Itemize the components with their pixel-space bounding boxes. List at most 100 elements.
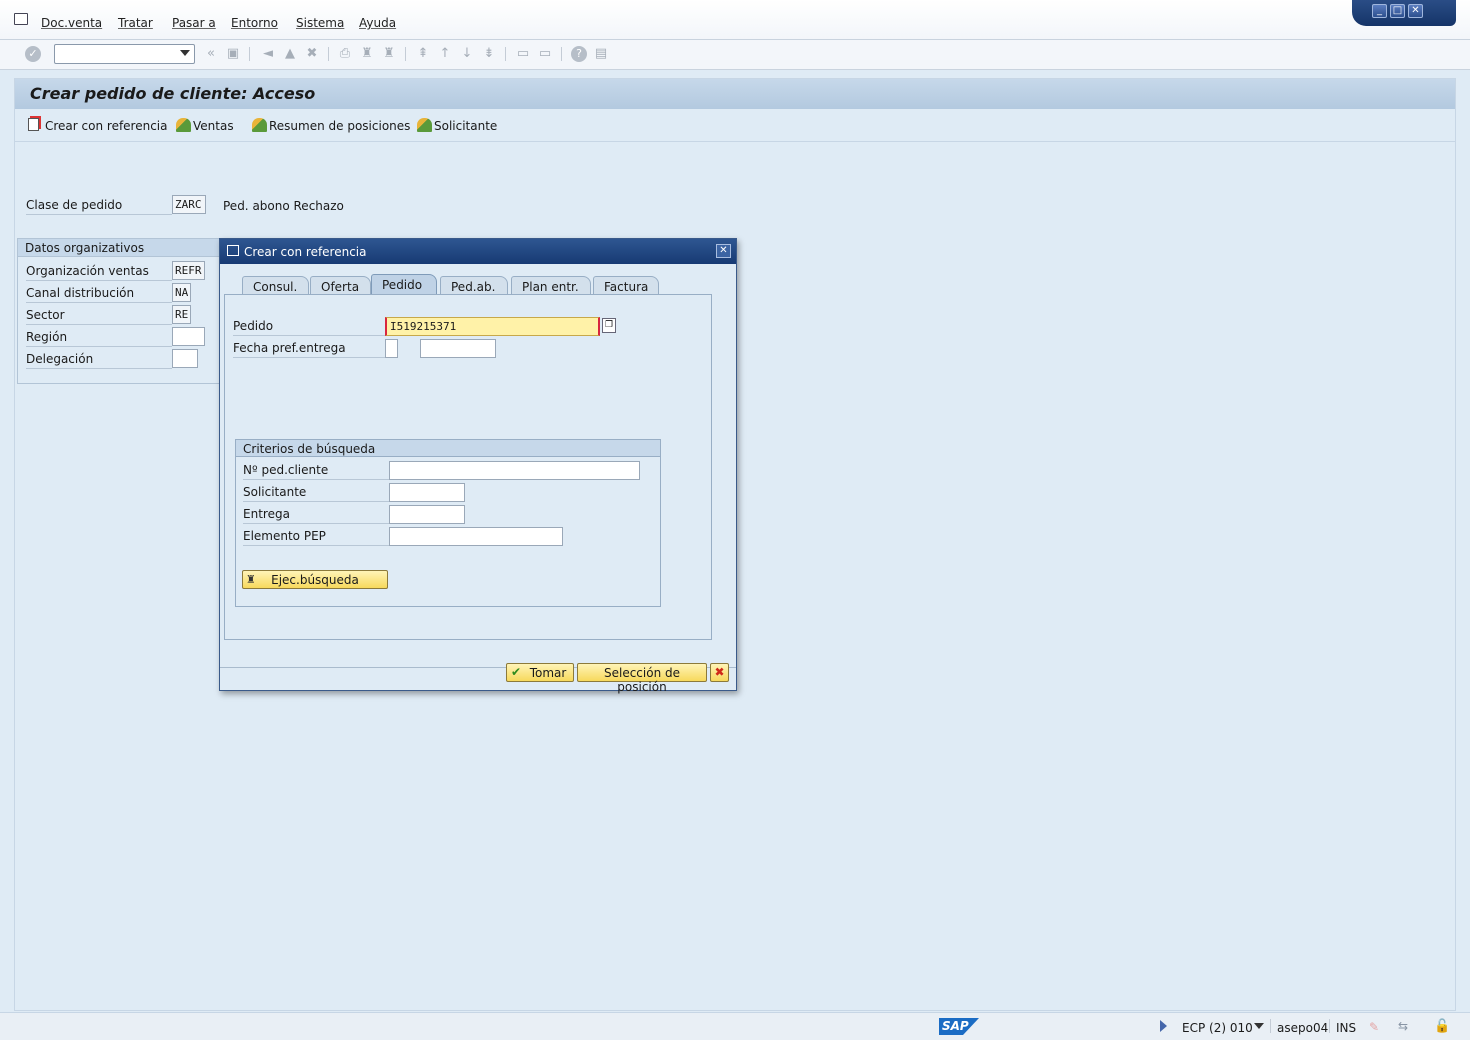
status-separator	[1270, 1019, 1271, 1033]
tab-consul[interactable]: Consul.	[242, 276, 309, 296]
sap-logo: SAP	[939, 1018, 979, 1035]
back-icon[interactable]: ◄	[260, 46, 276, 62]
tab-oferta[interactable]: Oferta	[310, 276, 371, 296]
take-label: Tomar	[529, 666, 567, 680]
layout-menu-icon[interactable]: ▤	[593, 46, 609, 62]
find-next-icon[interactable]: ♜	[381, 46, 397, 62]
dialog-title-bar: Crear con referencia ✕	[220, 239, 736, 264]
distribution-channel-field[interactable]: NA	[172, 283, 191, 302]
sold-to-input[interactable]	[389, 483, 465, 502]
enter-icon[interactable]: ✓	[25, 46, 41, 62]
sales-org-label: Organización ventas	[26, 261, 172, 281]
mountain-icon	[252, 118, 267, 132]
toolbar-separator	[328, 47, 329, 61]
division-label: Sector	[26, 305, 172, 325]
execute-search-label: Ejec.búsqueda	[271, 573, 359, 587]
wbs-element-label: Elemento PEP	[243, 526, 390, 546]
find-icon[interactable]: ♜	[359, 46, 375, 62]
menu-pasar-a[interactable]: Pasar a	[172, 16, 216, 30]
item-overview-button[interactable]: Resumen de posiciones	[269, 119, 410, 133]
command-field[interactable]	[54, 44, 195, 64]
delivery-label: Entrega	[243, 504, 390, 524]
pedido-label: Pedido	[233, 316, 385, 336]
next-page-icon[interactable]: ↓	[459, 46, 475, 62]
cancel-x-icon: ✖	[714, 665, 725, 679]
take-button[interactable]: ✔ Tomar	[506, 663, 574, 682]
ventas-button[interactable]: Ventas	[193, 119, 234, 133]
toolbar-separator	[505, 47, 506, 61]
new-session-icon[interactable]: ▭	[515, 46, 531, 62]
minimize-icon[interactable]: _	[1372, 4, 1387, 18]
help-icon[interactable]: ?	[571, 46, 587, 62]
close-window-icon[interactable]: ✕	[1408, 4, 1423, 18]
shortcut-icon[interactable]: ▭	[537, 46, 553, 62]
office-field[interactable]	[172, 349, 198, 368]
sold-to-label: Solicitante	[243, 482, 390, 502]
search-criteria-title: Criterios de búsqueda	[236, 440, 660, 457]
tab-pedido[interactable]: Pedido	[371, 274, 437, 296]
previous-page-icon[interactable]: ↑	[437, 46, 453, 62]
create-with-reference-dialog: Crear con referencia ✕ Consul. Oferta Pe…	[219, 238, 737, 694]
tab-factura[interactable]: Factura	[593, 276, 659, 296]
menu-doc-venta[interactable]: Doc.venta	[41, 16, 102, 30]
first-page-icon[interactable]: ⇞	[415, 46, 431, 62]
division-field[interactable]: RE	[172, 305, 191, 324]
maximize-icon[interactable]: □	[1390, 4, 1405, 18]
cancel-button[interactable]: ✖	[710, 663, 729, 682]
insert-mode: INS	[1336, 1021, 1357, 1035]
document-icon	[28, 118, 39, 131]
expand-status-icon[interactable]	[1160, 1020, 1167, 1032]
delivery-input[interactable]	[389, 505, 465, 524]
execute-search-button[interactable]: ♜ Ejec.búsqueda	[242, 570, 388, 589]
mountain-icon	[417, 118, 432, 132]
page-title: Crear pedido de cliente: Acceso	[30, 84, 316, 103]
close-icon[interactable]: ✕	[716, 244, 731, 258]
order-type-description: Ped. abono Rechazo	[223, 199, 344, 213]
toolbar-separator	[405, 47, 406, 61]
sales-org-field[interactable]: REFR	[172, 261, 205, 280]
office-label: Delegación	[26, 349, 172, 369]
toolbar-separator	[561, 47, 562, 61]
connection-icon: ⇆	[1398, 1019, 1409, 1033]
search-criteria-group: Criterios de búsqueda Nº ped.cliente Sol…	[235, 439, 661, 607]
fecha-input[interactable]	[420, 339, 496, 358]
order-type-field[interactable]: ZARC	[172, 195, 206, 214]
last-page-icon[interactable]: ⇟	[481, 46, 497, 62]
application-toolbar: Crear con referencia Ventas Resumen de p…	[15, 109, 1455, 142]
region-field[interactable]	[172, 327, 205, 346]
title-bar: Crear pedido de cliente: Acceso	[15, 79, 1455, 109]
create-with-reference-button[interactable]: Crear con referencia	[45, 119, 168, 133]
pedido-input[interactable]: I519215371	[385, 317, 600, 336]
menu-icon[interactable]	[14, 13, 28, 25]
double-left-icon[interactable]: «	[203, 46, 219, 62]
chevron-down-icon[interactable]	[180, 50, 190, 56]
distribution-channel-label: Canal distribución	[26, 283, 172, 303]
tab-ped-ab[interactable]: Ped.ab.	[440, 276, 508, 296]
fecha-format-input[interactable]	[385, 339, 398, 358]
fecha-label: Fecha pref.entrega	[233, 338, 385, 358]
region-label: Región	[26, 327, 172, 347]
customer-po-input[interactable]	[389, 461, 640, 480]
menu-ayuda[interactable]: Ayuda	[359, 16, 396, 30]
sold-to-button[interactable]: Solicitante	[434, 119, 497, 133]
window-controls: _ □ ✕	[1352, 0, 1456, 26]
print-icon[interactable]: ⎙	[337, 46, 353, 62]
tab-plan-entr[interactable]: Plan entr.	[511, 276, 591, 296]
cancel-icon[interactable]: ✖	[304, 46, 320, 62]
copy-icon[interactable]: ❐	[602, 318, 616, 333]
dialog-icon	[227, 245, 239, 256]
chevron-down-icon[interactable]	[1254, 1023, 1264, 1029]
wbs-element-input[interactable]	[389, 527, 563, 546]
org-data-title: Datos organizativos	[18, 239, 221, 257]
customer-po-label: Nº ped.cliente	[243, 460, 390, 480]
lock-icon[interactable]: 🔓	[1434, 1019, 1450, 1034]
save-icon[interactable]: ▣	[225, 46, 241, 62]
exit-icon[interactable]: ▲	[282, 46, 298, 62]
menu-tratar[interactable]: Tratar	[118, 16, 153, 30]
item-selection-button[interactable]: Selección de posición	[577, 663, 707, 694]
menu-entorno[interactable]: Entorno	[231, 16, 278, 30]
menu-bar: Doc.venta Tratar Pasar a Entorno Sistema…	[0, 0, 1470, 40]
checkmark-icon: ✔	[511, 665, 522, 679]
menu-sistema[interactable]: Sistema	[296, 16, 344, 30]
binoculars-icon: ♜	[246, 573, 256, 586]
